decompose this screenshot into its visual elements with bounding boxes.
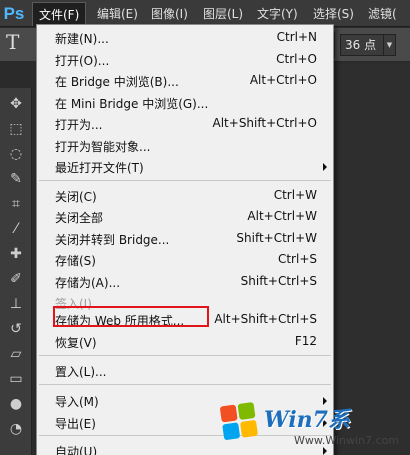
photoshop-logo: Ps: [3, 4, 25, 23]
menu-separator: [39, 384, 331, 385]
menu-type[interactable]: 文字(Y): [251, 2, 304, 26]
menu-item-open-recent[interactable]: 最近打开文件(T): [37, 156, 333, 177]
menu-item-open-as[interactable]: 打开为... Alt+Shift+Ctrl+O: [37, 113, 333, 134]
menu-item-revert[interactable]: 恢复(V) F12: [37, 331, 333, 352]
menu-item-open[interactable]: 打开(O)... Ctrl+O: [37, 49, 333, 70]
flag-tile-yellow: [240, 419, 259, 438]
healing-brush-icon[interactable]: ✚: [3, 242, 29, 266]
options-divider: [334, 32, 335, 58]
menu-separator: [39, 180, 331, 181]
windows-flag-icon: [219, 401, 261, 443]
font-size-select[interactable]: 36 点 ▼: [340, 34, 396, 56]
crop-icon[interactable]: ⌗: [3, 192, 29, 216]
menu-filter[interactable]: 滤镜(: [362, 2, 403, 26]
chevron-right-icon: [323, 163, 327, 171]
font-size-value: 36 点: [345, 38, 377, 52]
watermark-url: Www.Winwin7.com: [294, 434, 400, 447]
flag-tile-red: [219, 404, 238, 423]
menu-item-browse-bridge[interactable]: 在 Bridge 中浏览(B)... Alt+Ctrl+O: [37, 70, 333, 91]
menu-item-new[interactable]: 新建(N)... Ctrl+N: [37, 27, 333, 48]
type-tool-icon[interactable]: T: [6, 30, 19, 54]
menu-item-save[interactable]: 存储(S) Ctrl+S: [37, 249, 333, 270]
menu-item-close-goto-bridge[interactable]: 关闭并转到 Bridge... Shift+Ctrl+W: [37, 228, 333, 249]
menu-bar: Ps 文件(F) 编辑(E) 图像(I) 图层(L) 文字(Y) 选择(S) 滤…: [0, 0, 410, 27]
file-menu-dropdown: 新建(N)... Ctrl+N 打开(O)... Ctrl+O 在 Bridge…: [36, 24, 334, 455]
chevron-down-icon[interactable]: ▼: [383, 35, 395, 55]
watermark: Win7系 Www.Winwin7.com: [218, 398, 410, 455]
marquee-icon[interactable]: ⬚: [3, 117, 29, 141]
menu-layer[interactable]: 图层(L): [197, 2, 249, 26]
canvas-area: [333, 63, 410, 455]
menu-image[interactable]: 图像(I): [145, 2, 194, 26]
red-highlight-box: [53, 306, 209, 327]
watermark-logo-text: Win7系: [264, 407, 350, 433]
blur-icon[interactable]: ●: [3, 392, 29, 416]
menu-item-close-all[interactable]: 关闭全部 Alt+Ctrl+W: [37, 206, 333, 227]
move-icon[interactable]: ✥: [3, 92, 29, 116]
lasso-icon[interactable]: ◌: [3, 142, 29, 166]
brush-icon[interactable]: ✐: [3, 267, 29, 291]
menu-item-open-smart-object[interactable]: 打开为智能对象...: [37, 135, 333, 156]
menu-item-save-as[interactable]: 存储为(A)... Shift+Ctrl+S: [37, 271, 333, 292]
dodge-icon[interactable]: ◔: [3, 417, 29, 441]
tools-panel: ✥ ⬚ ◌ ✎ ⌗ ⁄ ✚ ✐ ⊥ ↺ ▱ ▭ ● ◔: [0, 88, 32, 455]
flag-tile-blue: [222, 422, 241, 441]
menu-file[interactable]: 文件(F): [32, 2, 87, 26]
menu-item-browse-mini-bridge[interactable]: 在 Mini Bridge 中浏览(G)...: [37, 92, 333, 113]
flag-tile-green: [237, 401, 256, 421]
gradient-icon[interactable]: ▭: [3, 367, 29, 391]
quick-select-icon[interactable]: ✎: [3, 167, 29, 191]
eraser-icon[interactable]: ▱: [3, 342, 29, 366]
menu-edit[interactable]: 编辑(E): [91, 2, 144, 26]
menu-select[interactable]: 选择(S): [307, 2, 360, 26]
menu-separator: [39, 355, 331, 356]
clone-stamp-icon[interactable]: ⊥: [3, 292, 29, 316]
menu-item-place[interactable]: 置入(L)...: [37, 360, 333, 381]
history-brush-icon[interactable]: ↺: [3, 317, 29, 341]
eyedropper-icon[interactable]: ⁄: [3, 217, 29, 241]
menu-item-close[interactable]: 关闭(C) Ctrl+W: [37, 185, 333, 206]
